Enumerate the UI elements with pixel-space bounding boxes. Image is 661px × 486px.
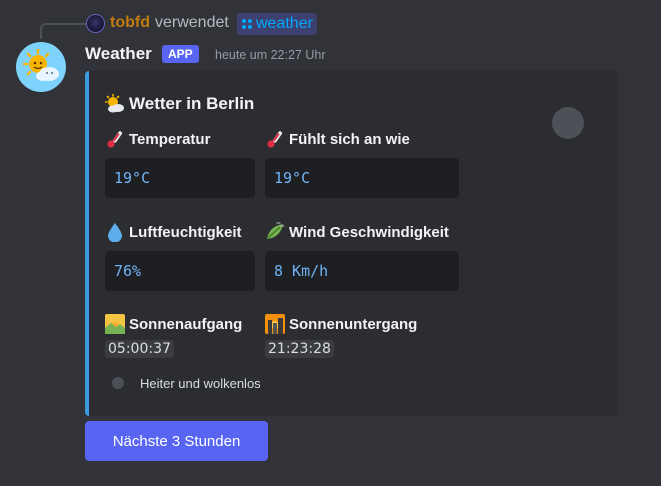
field-wind-value: 8 Km/h: [265, 251, 459, 291]
app-badge: APP: [162, 45, 199, 63]
sun-cloud-icon: [22, 48, 59, 81]
message-timestamp: heute um 22:27 Uhr: [215, 48, 326, 62]
field-feels-like-label: Fühlt sich an wie: [289, 130, 410, 148]
thermometer-icon: [267, 131, 283, 148]
field-humidity-label: Luftfeuchtigkeit: [129, 223, 242, 241]
command-mention[interactable]: weather: [237, 13, 317, 35]
field-wind-label: Wind Geschwindigkeit: [289, 223, 449, 241]
reply-spine: [40, 23, 86, 39]
reply-user-avatar[interactable]: [86, 14, 105, 33]
field-feels-like-name: Fühlt sich an wie: [265, 129, 410, 149]
field-humidity-name: Luftfeuchtigkeit: [105, 222, 242, 242]
embed-footer: Heiter und wolkenlos: [140, 376, 261, 391]
bot-avatar[interactable]: [16, 42, 66, 92]
embed-title: Wetter in Berlin: [105, 94, 254, 114]
reply-verb: verwendet: [155, 14, 229, 31]
droplet-icon: [108, 223, 122, 242]
reply-username[interactable]: tobfd: [110, 14, 150, 32]
wind-leaf-icon: [267, 222, 285, 239]
field-sunset-label: Sonnenuntergang: [289, 315, 418, 333]
field-feels-like-value: 19°C: [265, 158, 459, 198]
bot-name[interactable]: Weather: [85, 44, 152, 64]
field-sunset-value: 21:23:28: [265, 340, 334, 358]
field-sunrise-value: 05:00:37: [105, 340, 174, 358]
weather-embed: [85, 71, 618, 416]
slash-command-icon: [241, 18, 253, 30]
embed-title-text: Wetter in Berlin: [129, 94, 255, 113]
field-temperature-value: 19°C: [105, 158, 255, 198]
field-sunrise-name: Sonnenaufgang: [105, 314, 242, 334]
sun-behind-cloud-icon: [105, 94, 124, 113]
field-sunset-name: Sonnenuntergang: [265, 314, 417, 334]
field-temperature-name: Temperatur: [105, 129, 210, 149]
field-humidity-value: 76%: [105, 251, 255, 291]
field-temperature-label: Temperatur: [129, 130, 211, 148]
embed-thumbnail[interactable]: [552, 107, 584, 139]
sunrise-icon: [105, 314, 125, 334]
sunset-icon: [265, 314, 285, 334]
field-sunrise-label: Sonnenaufgang: [129, 315, 243, 333]
footer-icon: [112, 377, 124, 389]
field-wind-name: Wind Geschwindigkeit: [265, 222, 449, 242]
field-sunset-value-wrap: 21:23:28: [265, 340, 334, 358]
field-sunrise-value-wrap: 05:00:37: [105, 340, 174, 358]
command-name: weather: [256, 15, 313, 32]
next-3-hours-button[interactable]: Nächste 3 Stunden: [85, 421, 268, 461]
thermometer-icon: [107, 131, 123, 148]
